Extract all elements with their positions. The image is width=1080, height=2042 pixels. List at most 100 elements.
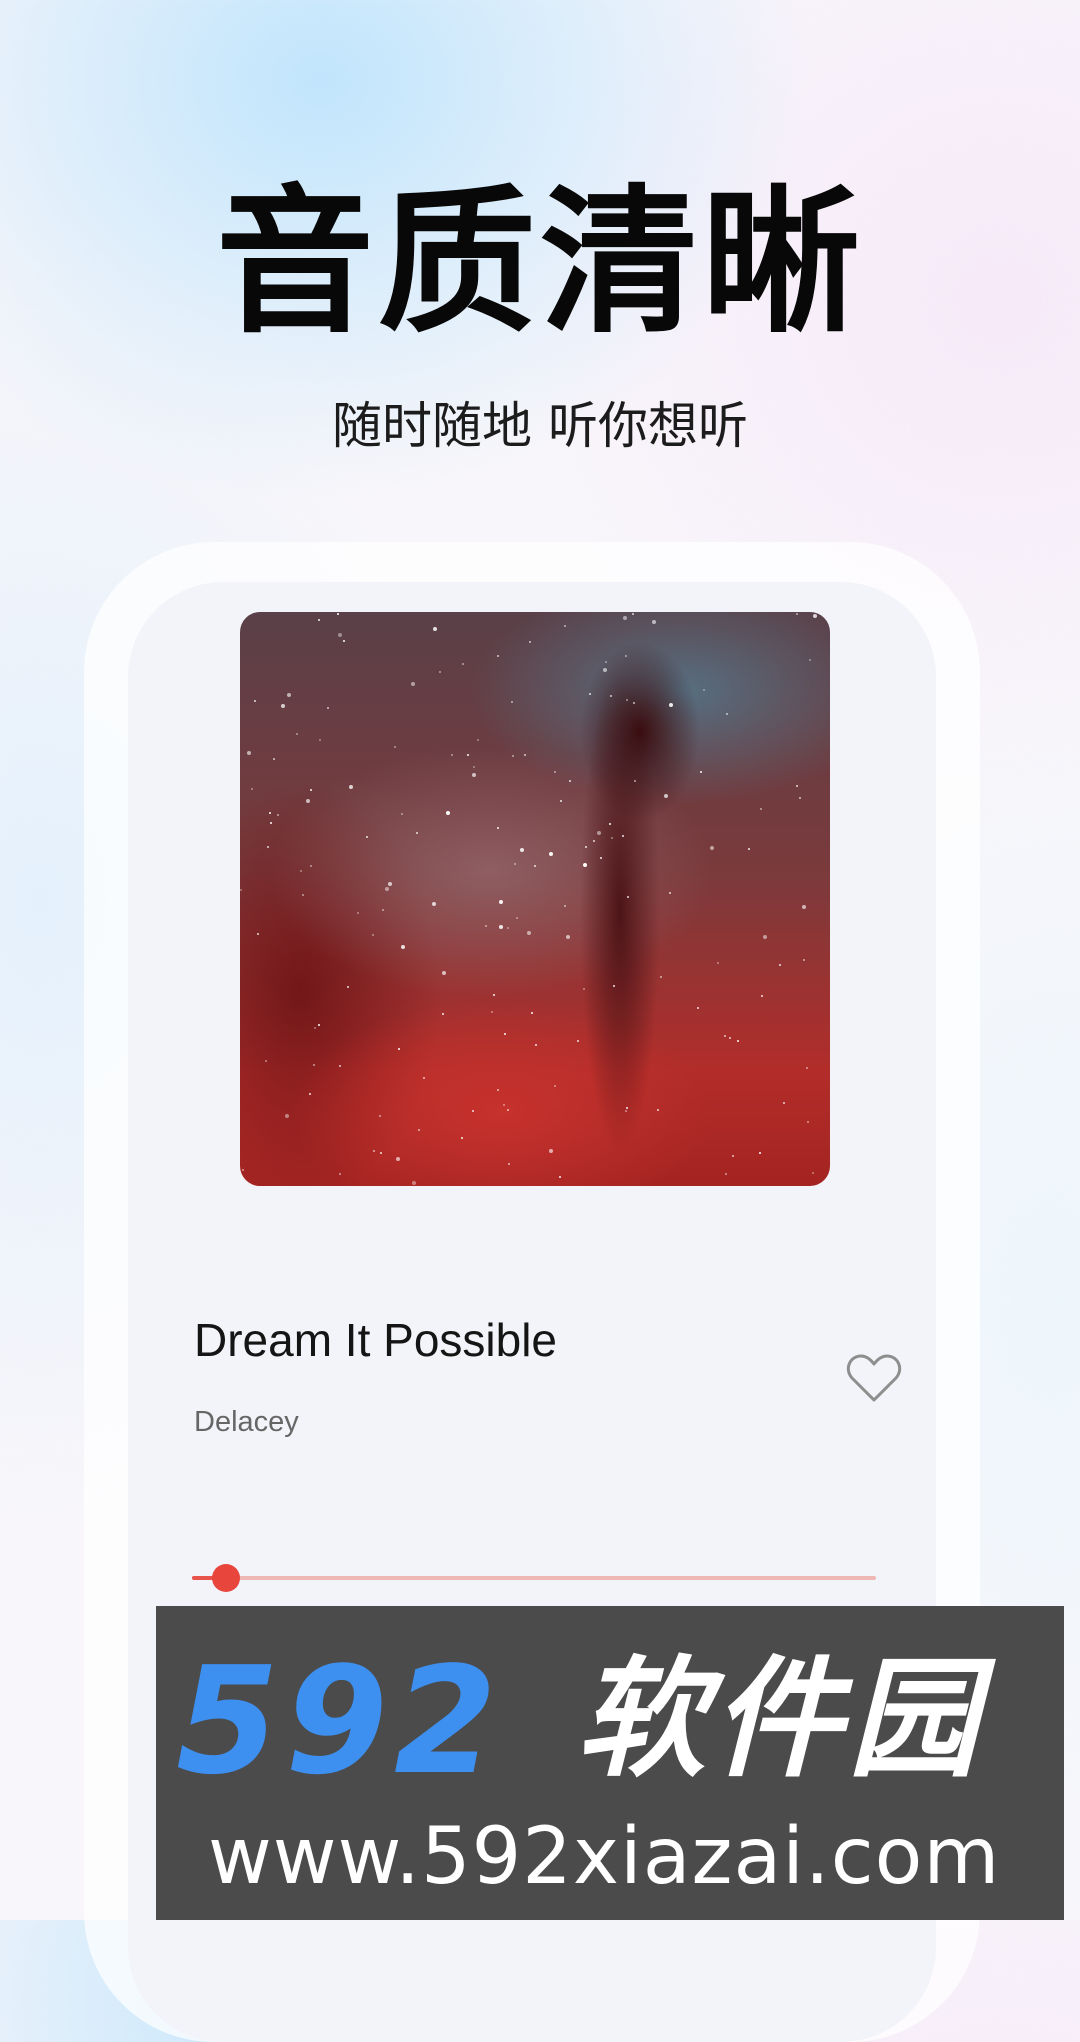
cover-star [337, 613, 339, 615]
cover-star [446, 811, 450, 815]
cover-star [251, 788, 253, 790]
cover-star [549, 1149, 553, 1153]
cover-star [461, 1137, 463, 1139]
cover-star [504, 1033, 506, 1035]
cover-star [394, 746, 396, 748]
cover-star [491, 1011, 493, 1013]
cover-star [433, 627, 437, 631]
cover-star [327, 707, 329, 709]
cover-star [485, 925, 487, 927]
cover-star [451, 754, 453, 756]
cover-star [401, 945, 405, 949]
cover-star [697, 1007, 699, 1009]
cover-star [343, 640, 345, 642]
cover-star [416, 832, 418, 834]
cover-star [412, 1181, 416, 1185]
cover-star [318, 619, 320, 621]
cover-star [512, 755, 514, 757]
cover-star [380, 1152, 382, 1154]
cover-star [609, 823, 611, 825]
cover-star [497, 827, 499, 829]
cover-star [626, 1107, 628, 1109]
cover-star [499, 925, 503, 929]
cover-star [313, 1064, 315, 1066]
cover-star [318, 1024, 320, 1026]
cover-star [657, 1109, 659, 1111]
cover-star [477, 739, 479, 741]
cover-star [627, 896, 629, 898]
cover-star [439, 671, 441, 673]
watermark-banner: 592 软件园 www.592xiazai.com [156, 1606, 1064, 1920]
cover-star [569, 780, 571, 782]
cover-star [388, 882, 392, 886]
cover-star [529, 641, 531, 643]
cover-star [724, 1035, 726, 1037]
cover-star [622, 835, 624, 837]
cover-star [660, 976, 662, 978]
cover-star [411, 682, 415, 686]
cover-star [503, 1104, 505, 1106]
cover-star [499, 900, 503, 904]
cover-star [296, 733, 298, 735]
cover-star [240, 889, 242, 891]
cover-star [589, 693, 591, 695]
cover-star [669, 892, 671, 894]
cover-star [625, 655, 627, 657]
cover-star [812, 1172, 814, 1174]
cover-star [396, 1157, 400, 1161]
cover-star [314, 1027, 316, 1029]
cover-star [813, 614, 817, 618]
cover-star [467, 754, 469, 756]
cover-star [520, 848, 524, 852]
cover-star [560, 800, 562, 802]
cover-star [281, 704, 285, 708]
cover-star [423, 1077, 425, 1079]
cover-star [309, 1093, 311, 1095]
cover-star [632, 613, 634, 615]
cover-star [524, 754, 526, 756]
cover-star [507, 1109, 509, 1111]
cover-star [373, 1150, 375, 1152]
heart-icon[interactable] [846, 1352, 902, 1404]
cover-star [242, 1169, 244, 1171]
cover-star [593, 840, 595, 842]
cover-star [634, 780, 636, 782]
cover-star [725, 1173, 727, 1175]
cover-star [597, 831, 601, 835]
cover-star [442, 1013, 444, 1015]
cover-star [802, 905, 806, 909]
cover-star [807, 1121, 809, 1123]
cover-star [737, 1040, 739, 1042]
album-cover [240, 612, 830, 1186]
cover-star [401, 813, 403, 815]
progress-bar[interactable] [192, 1564, 876, 1592]
cover-star [732, 1155, 734, 1157]
cover-star [285, 1114, 289, 1118]
cover-star [760, 808, 762, 810]
cover-star [511, 701, 513, 703]
cover-star [372, 934, 374, 936]
cover-star [566, 935, 570, 939]
cover-star [564, 625, 566, 627]
cover-star [442, 971, 446, 975]
cover-star [803, 959, 805, 961]
cover-star [287, 693, 291, 697]
cover-star [585, 846, 587, 848]
cover-star [432, 902, 436, 906]
cover-star [265, 1060, 267, 1062]
cover-star [625, 1110, 627, 1112]
cover-star [516, 917, 518, 919]
cover-star [796, 785, 798, 787]
cover-star [610, 695, 612, 697]
cover-star [796, 613, 798, 615]
cover-star [664, 794, 668, 798]
cover-star [269, 812, 271, 814]
cover-star [273, 758, 275, 760]
progress-knob[interactable] [212, 1564, 241, 1592]
cover-star [357, 912, 359, 914]
cover-star [577, 1040, 579, 1042]
cover-star [347, 986, 349, 988]
cover-star [385, 887, 389, 891]
cover-star [783, 1102, 785, 1104]
cover-star [531, 1012, 533, 1014]
